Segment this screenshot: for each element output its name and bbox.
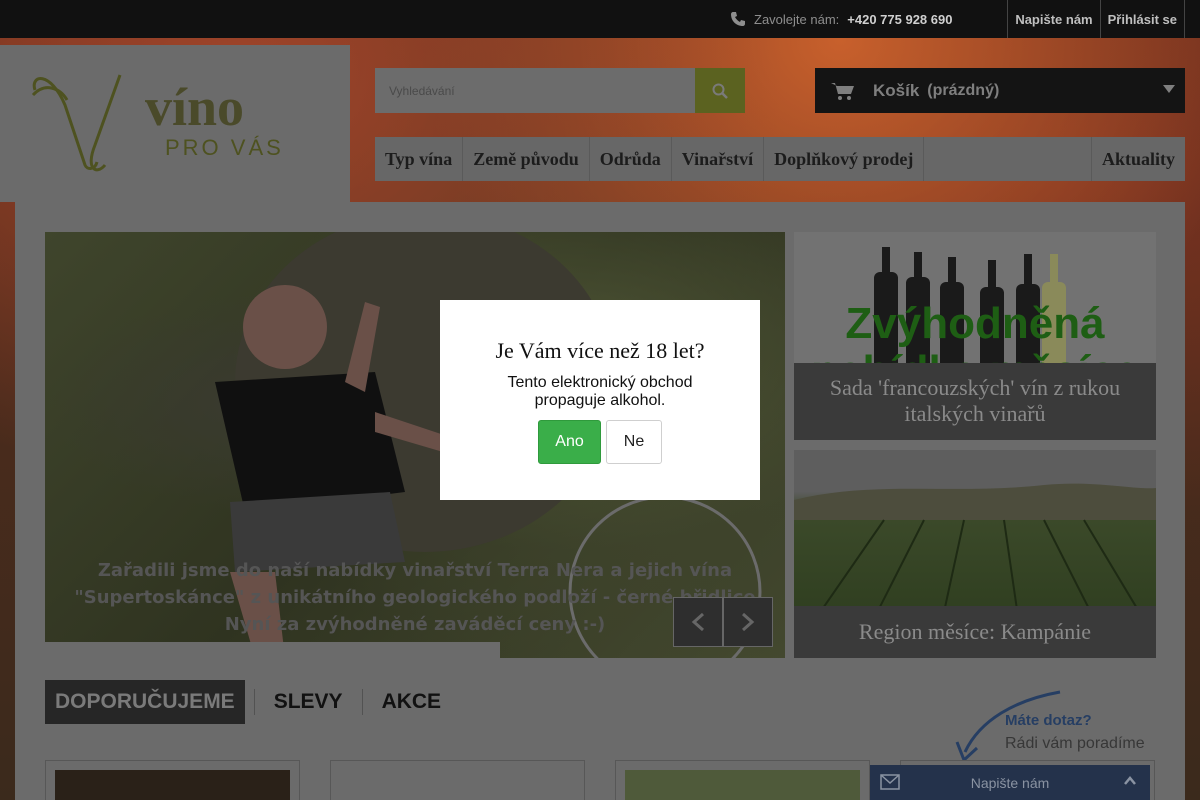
modal-text: Tento elektronický obchod propaguje alko… bbox=[440, 374, 760, 410]
modal-text-line: propaguje alkohol. bbox=[534, 392, 666, 409]
modal-text-line: Tento elektronický obchod bbox=[507, 374, 693, 391]
yes-button[interactable]: Ano bbox=[538, 420, 601, 464]
age-verification-modal: Je Vám více než 18 let? Tento elektronic… bbox=[440, 300, 760, 500]
modal-title: Je Vám více než 18 let? bbox=[495, 338, 705, 363]
no-button[interactable]: Ne bbox=[606, 420, 662, 464]
modal-buttons: Ano Ne bbox=[440, 420, 760, 464]
